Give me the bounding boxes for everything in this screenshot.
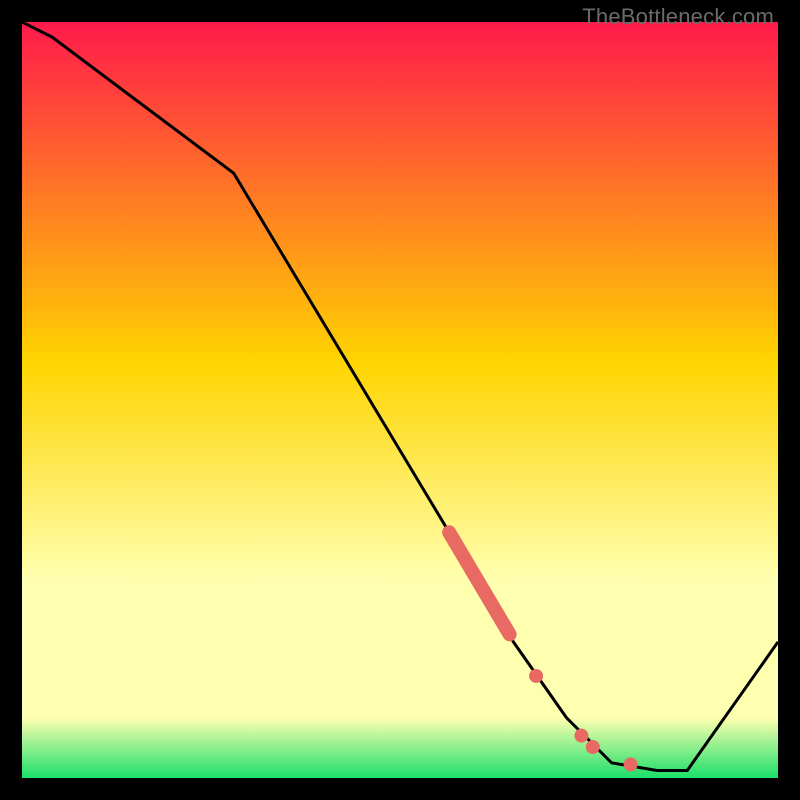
highlight-dot	[586, 740, 600, 754]
watermark-text: TheBottleneck.com	[582, 4, 774, 30]
bottleneck-chart	[22, 22, 778, 778]
highlight-dot	[624, 757, 638, 771]
chart-frame	[22, 22, 778, 778]
highlight-dot	[574, 729, 588, 743]
highlight-dot	[529, 669, 543, 683]
gradient-background	[22, 22, 778, 778]
